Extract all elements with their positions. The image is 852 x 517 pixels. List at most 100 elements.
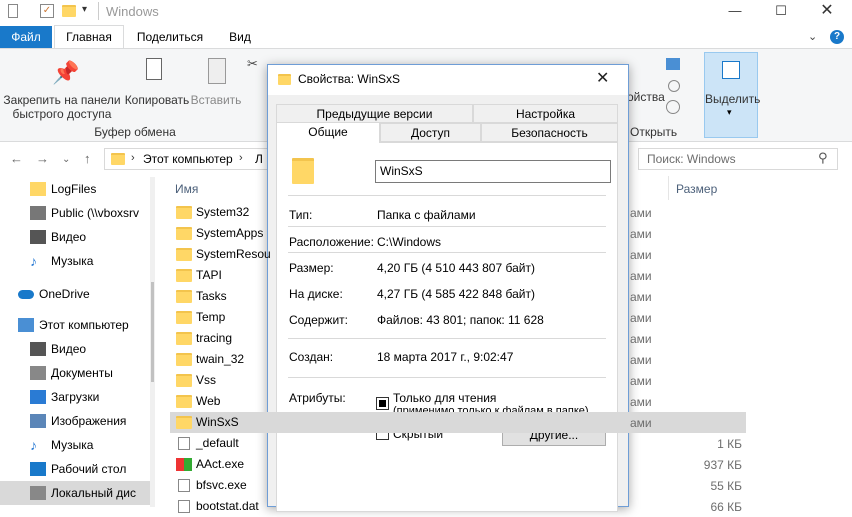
history-icon[interactable] — [666, 100, 680, 114]
minimize-button[interactable]: — — [712, 0, 758, 24]
column-name-header[interactable]: Имя — [175, 182, 198, 196]
edit-icon[interactable] — [668, 80, 680, 92]
select-button[interactable]: Выделить ▾ — [704, 52, 761, 138]
open-icon[interactable] — [666, 58, 680, 70]
nav-item[interactable]: Рабочий стол — [0, 457, 150, 481]
file-type: ами — [630, 290, 652, 304]
folder-name-field[interactable]: WinSxS — [375, 160, 611, 183]
file-row[interactable]: Vss — [170, 370, 746, 391]
title-divider — [98, 2, 99, 20]
nav-item[interactable]: Изображения — [0, 409, 150, 433]
app-exe-icon — [176, 458, 192, 471]
file-type: ами — [630, 311, 652, 325]
collapse-ribbon-icon[interactable]: ⌄ — [808, 30, 817, 43]
file-name: tracing — [196, 331, 233, 345]
tab-share[interactable]: Поделиться — [130, 26, 210, 48]
tab-general[interactable]: Общие — [276, 122, 380, 143]
nav-item[interactable]: Видео — [0, 225, 150, 249]
up-icon[interactable]: ↑ — [84, 151, 91, 166]
search-input[interactable]: Поиск: Windows — [638, 148, 838, 170]
downloads-icon — [30, 390, 46, 404]
nav-scrollbar-thumb[interactable] — [151, 282, 154, 382]
select-dropdown-icon: ▾ — [727, 107, 732, 117]
nav-item[interactable]: OneDrive — [0, 282, 150, 306]
properties-quick-icon[interactable]: ✓ — [40, 4, 54, 18]
nav-item[interactable]: ♪ Музыка — [0, 249, 150, 273]
file-row[interactable]: Tasks — [170, 286, 746, 307]
tab-previous-versions[interactable]: Предыдущие версии — [276, 104, 473, 123]
nav-item[interactable]: Public (\\vboxsrv — [0, 201, 150, 225]
customize-toolbar-icon[interactable]: ▾ — [82, 4, 87, 15]
file-name: SystemApps — [196, 226, 264, 240]
nav-item[interactable]: Загрузки — [0, 385, 150, 409]
new-folder-quick-icon[interactable] — [62, 5, 76, 17]
file-type: ами — [630, 227, 652, 241]
properties-label-partial[interactable]: ойства — [627, 90, 665, 104]
breadcrumb-local-disk[interactable]: Л — [255, 152, 263, 166]
nav-item-label: Музыка — [51, 438, 94, 452]
nav-item-label: Public (\\vboxsrv — [51, 206, 140, 220]
folder-icon — [176, 353, 192, 366]
file-row[interactable]: System32 — [170, 202, 746, 223]
nav-item[interactable]: Локальный дис — [0, 481, 150, 505]
file-type: ами — [630, 374, 652, 388]
file-row[interactable]: tracing — [170, 328, 746, 349]
tab-home[interactable]: Главная — [54, 25, 124, 49]
folder-icon — [176, 269, 192, 282]
dialog-close-button[interactable]: ✕ — [596, 68, 609, 88]
file-name: bfsvc.exe — [196, 478, 247, 492]
close-button[interactable]: ✕ — [804, 0, 850, 24]
nav-item[interactable]: LogFiles — [0, 177, 150, 201]
tab-file[interactable]: Файл — [0, 26, 52, 48]
file-row[interactable]: bfsvc.exe — [170, 475, 746, 496]
column-size-header[interactable]: Размер — [676, 182, 717, 196]
nav-item-label: LogFiles — [51, 182, 97, 196]
nav-item[interactable]: Документы — [0, 361, 150, 385]
file-row[interactable]: Temp — [170, 307, 746, 328]
desktop-icon — [30, 462, 46, 476]
breadcrumb-this-pc[interactable]: Этот компьютер — [143, 152, 233, 166]
forward-icon[interactable]: → — [36, 151, 49, 166]
select-icon — [722, 61, 740, 79]
paste-button[interactable]: Вставить — [190, 52, 242, 126]
address-bar[interactable]: › Этот компьютер › Л — [104, 148, 268, 170]
dialog-folder-icon — [278, 74, 291, 85]
music-icon: ♪ — [30, 253, 37, 269]
file-row[interactable]: SystemApps — [170, 223, 746, 244]
pin-button[interactable]: 📌 Закрепить на панели быстрого доступа — [0, 52, 124, 126]
file-name: AAct.exe — [196, 457, 245, 471]
cut-icon[interactable]: ✂ — [247, 56, 258, 72]
file-row[interactable]: twain_32 — [170, 349, 746, 370]
nav-item[interactable]: Этот компьютер — [0, 313, 150, 337]
nav-item-label: Видео — [51, 230, 87, 244]
file-row[interactable]: SystemResou — [170, 244, 746, 265]
copy-button[interactable]: Копировать — [124, 52, 190, 126]
folder-icon — [176, 248, 192, 261]
tab-view[interactable]: Вид — [212, 26, 268, 48]
file-size: 66 КБ — [710, 500, 742, 514]
file-row[interactable]: AAct.exe — [170, 454, 746, 475]
recent-locations-icon[interactable]: ⌄ — [62, 154, 70, 165]
nav-item-label: Документы — [51, 366, 113, 380]
nav-item-label: Этот компьютер — [39, 318, 129, 332]
file-size: 937 КБ — [703, 458, 742, 472]
tab-security[interactable]: Безопасность — [481, 123, 618, 142]
pin-label-line1: Закрепить на панели — [3, 93, 121, 107]
file-row[interactable]: WinSxS — [170, 412, 746, 433]
file-row[interactable]: _default — [170, 433, 746, 454]
file-row[interactable]: TAPI — [170, 265, 746, 286]
help-icon[interactable]: ? — [830, 30, 844, 44]
back-icon[interactable]: ← — [10, 151, 23, 166]
select-label: Выделить — [705, 92, 761, 106]
tab-sharing[interactable]: Доступ — [380, 123, 481, 142]
file-row[interactable]: Web — [170, 391, 746, 412]
documents-icon — [30, 366, 46, 380]
video-icon — [30, 230, 46, 244]
nav-item[interactable]: ♪ Музыка — [0, 433, 150, 457]
maximize-button[interactable]: ☐ — [758, 0, 804, 24]
tab-customize[interactable]: Настройка — [473, 104, 618, 123]
nav-item[interactable]: Видео — [0, 337, 150, 361]
group-open-label: Открыть — [630, 125, 678, 139]
search-icon[interactable]: ⚲ — [818, 150, 828, 166]
onedrive-icon — [18, 290, 34, 299]
